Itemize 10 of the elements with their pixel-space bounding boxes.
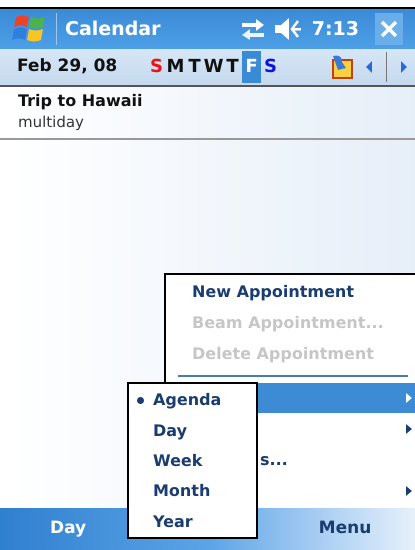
weekday-letter: T — [226, 57, 239, 77]
weekday-letter: S — [264, 57, 277, 77]
weekday-letter: F — [245, 57, 258, 77]
weekday-letter: M — [166, 57, 184, 77]
weekday-letter: S — [150, 57, 163, 77]
weekday-letter: W — [204, 57, 224, 77]
appointment-title: Trip to Hawaii — [18, 90, 144, 112]
window-title: Calendar — [65, 16, 162, 42]
appointment-subtitle: multiday — [18, 112, 85, 132]
weekday-letter: T — [188, 57, 201, 77]
